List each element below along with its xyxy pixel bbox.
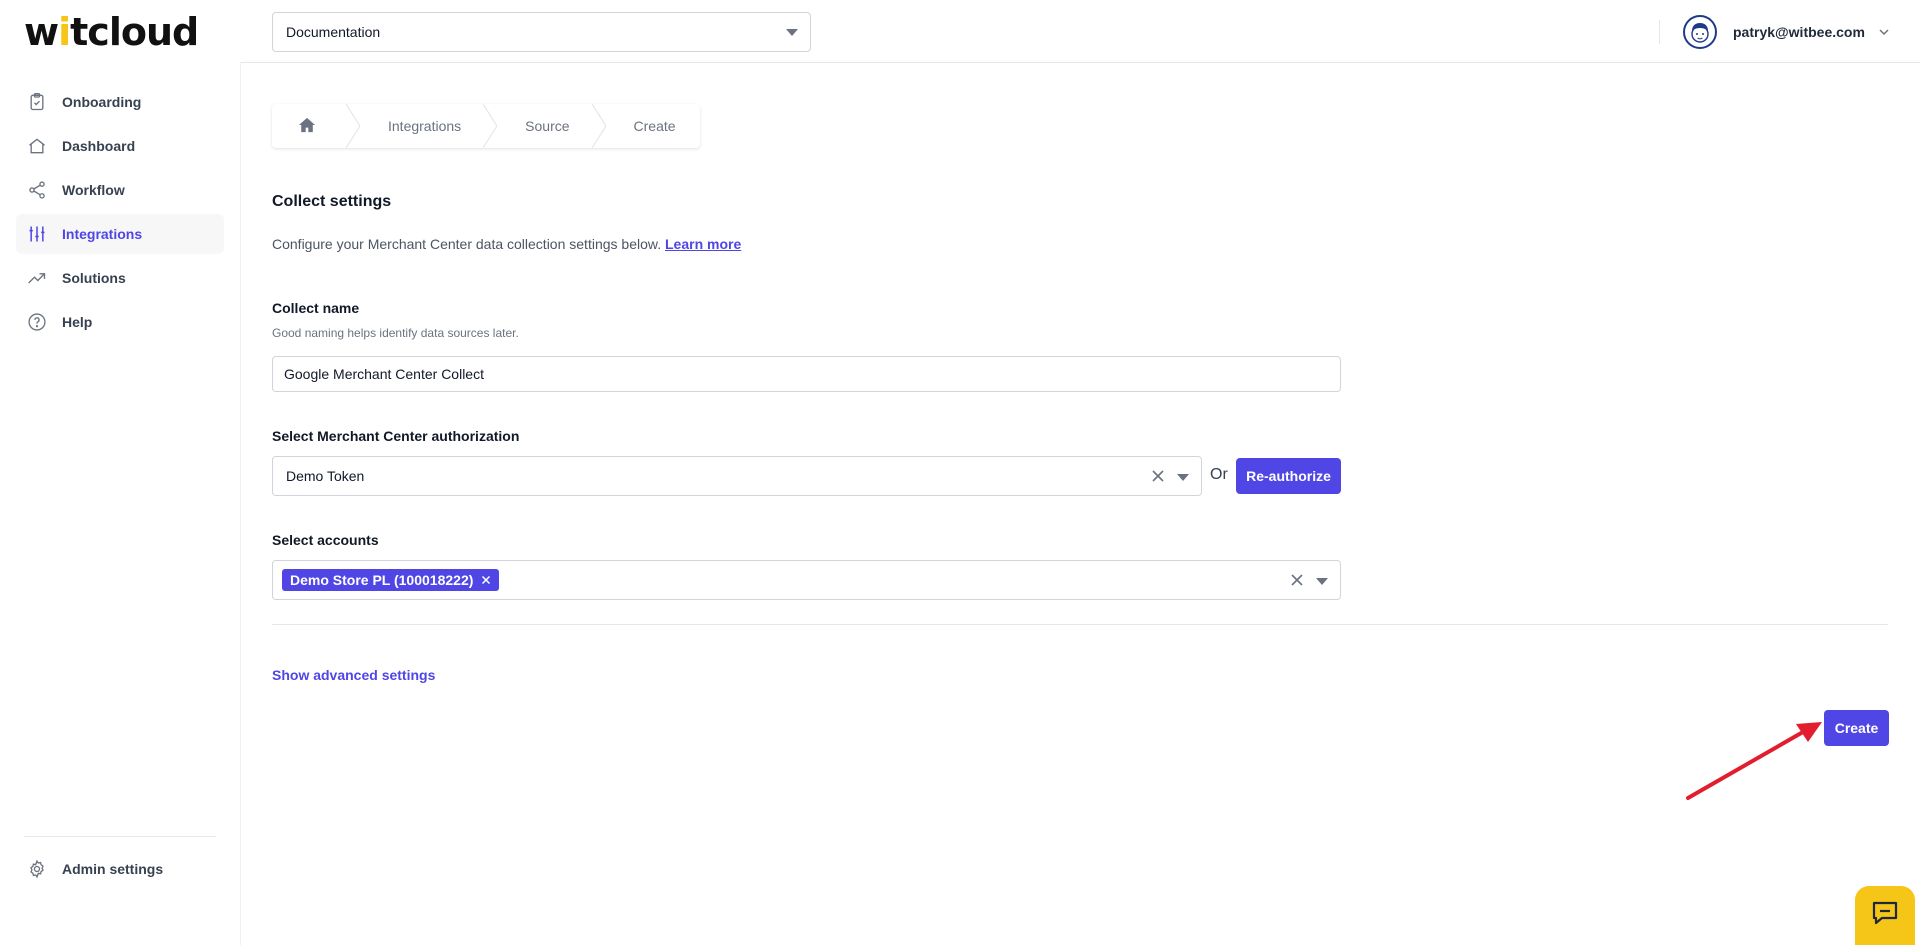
breadcrumb-label: Source: [525, 118, 570, 134]
chevron-down-icon: [1877, 25, 1891, 39]
user-menu[interactable]: patryk@witbee.com: [1683, 14, 1891, 50]
sidebar-item-integrations[interactable]: Integrations: [16, 214, 224, 254]
learn-more-link[interactable]: Learn more: [665, 236, 741, 252]
logo-text-accent: i: [58, 10, 71, 54]
caret-down-icon: [1316, 578, 1328, 585]
witcloud-logo[interactable]: w i tcloud: [24, 10, 199, 54]
sidebar-item-label: Workflow: [62, 182, 125, 198]
breadcrumb-separator: [591, 104, 606, 148]
clipboard-icon: [26, 91, 48, 113]
collect-name-input[interactable]: [272, 356, 1341, 392]
sidebar-divider: [24, 836, 216, 837]
sliders-icon: [26, 223, 48, 245]
workspace-select[interactable]: Documentation: [272, 12, 811, 52]
workspace-select-value: Documentation: [286, 24, 381, 40]
app-root: witcloud Onboarding Dashboard Workflow: [0, 0, 1920, 945]
header-divider: [240, 62, 1920, 63]
accounts-select[interactable]: Demo Store PL (100018222): [272, 560, 1341, 600]
annotation-arrow: [1686, 722, 1822, 800]
breadcrumb-integrations[interactable]: Integrations: [360, 104, 483, 148]
share-icon: [26, 179, 48, 201]
help-circle-icon: [26, 311, 48, 333]
collect-name-label: Collect name: [272, 300, 360, 316]
sidebar-item-label: Dashboard: [62, 138, 136, 154]
sidebar-nav: Onboarding Dashboard Workflow Integratio…: [16, 82, 224, 346]
sidebar-border: [240, 62, 241, 945]
chat-widget-button[interactable]: [1855, 886, 1915, 945]
sidebar-item-onboarding[interactable]: Onboarding: [16, 82, 224, 122]
intro-text-body: Configure your Merchant Center data coll…: [272, 236, 662, 252]
authorization-label: Select Merchant Center authorization: [272, 428, 520, 444]
sidebar-item-dashboard[interactable]: Dashboard: [16, 126, 224, 166]
admin-settings-link[interactable]: Admin settings: [26, 858, 163, 880]
sidebar-item-label: Solutions: [62, 270, 126, 286]
clear-icon[interactable]: [1290, 573, 1304, 587]
breadcrumb-create: Create: [606, 104, 700, 148]
reauthorize-button[interactable]: Re-authorize: [1236, 458, 1341, 494]
authorization-select[interactable]: Demo Token: [272, 456, 1202, 496]
create-button[interactable]: Create: [1824, 710, 1889, 746]
account-chip-label: Demo Store PL (100018222): [290, 572, 474, 588]
intro-text: Configure your Merchant Center data coll…: [272, 236, 741, 252]
sidebar-item-label: Help: [62, 314, 93, 330]
clear-icon[interactable]: [1151, 469, 1165, 483]
caret-down-icon: [786, 29, 798, 36]
sidebar-item-help[interactable]: Help: [16, 302, 224, 342]
form-divider: [272, 624, 1888, 625]
header-separator: [1659, 20, 1660, 44]
caret-down-icon: [1177, 474, 1189, 481]
admin-settings-label: Admin settings: [62, 861, 164, 877]
home-icon: [298, 117, 316, 136]
logo-text-pre: w: [24, 10, 59, 54]
authorization-select-value: Demo Token: [286, 468, 365, 484]
remove-chip-icon[interactable]: [481, 575, 491, 585]
sidebar-item-workflow[interactable]: Workflow: [16, 170, 224, 210]
breadcrumb-separator: [346, 104, 360, 148]
breadcrumb-separator: [483, 104, 498, 148]
home-icon: [26, 135, 48, 157]
or-text: Or: [1210, 466, 1228, 483]
collect-name-help: Good naming helps identify data sources …: [272, 326, 519, 340]
sidebar-item-label: Integrations: [62, 226, 143, 242]
gear-icon: [26, 858, 48, 880]
account-chip: Demo Store PL (100018222): [282, 569, 500, 591]
accounts-label: Select accounts: [272, 532, 379, 548]
breadcrumb-label: Integrations: [388, 118, 462, 134]
sidebar-item-label: Onboarding: [62, 94, 142, 110]
breadcrumb-home[interactable]: [272, 104, 346, 148]
sidebar: witcloud Onboarding Dashboard Workflow: [0, 0, 240, 945]
user-email: patryk@witbee.com: [1733, 24, 1865, 40]
breadcrumb: Integrations Source Create: [272, 104, 700, 148]
sidebar-item-solutions[interactable]: Solutions: [16, 258, 224, 298]
avatar: [1683, 15, 1717, 49]
trending-up-icon: [26, 267, 48, 289]
breadcrumb-source[interactable]: Source: [497, 104, 591, 148]
section-title: Collect settings: [272, 193, 392, 210]
show-advanced-settings-link[interactable]: Show advanced settings: [272, 667, 435, 683]
breadcrumb-label: Create: [633, 118, 676, 134]
logo-text-post: tcloud: [70, 10, 199, 54]
chat-icon: [1870, 899, 1900, 932]
